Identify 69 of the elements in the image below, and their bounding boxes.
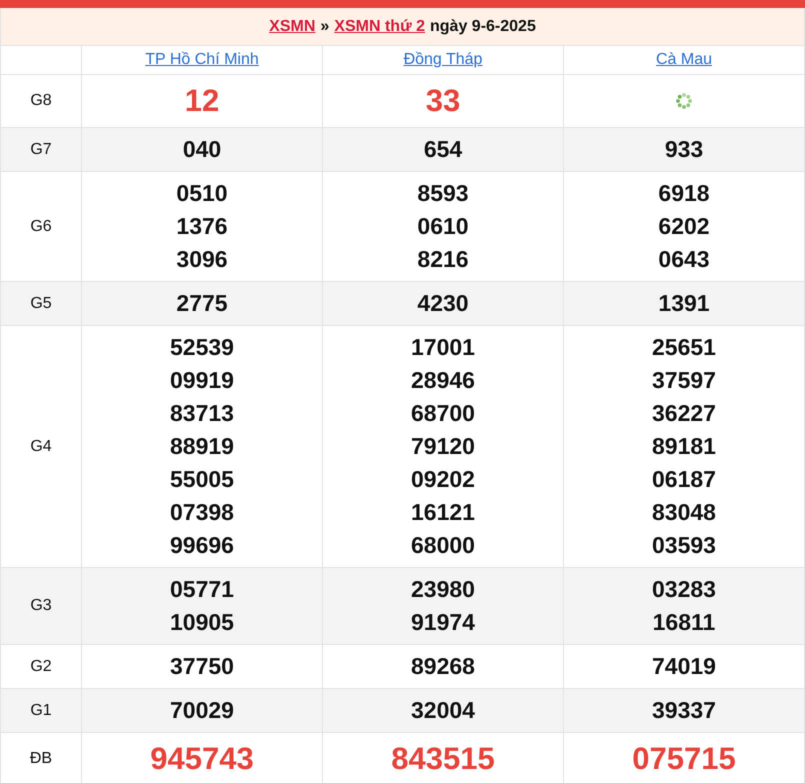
winning-number: 99696 [169,531,235,560]
loading-spinner-icon [676,92,692,109]
winning-number: 37750 [169,652,235,681]
winning-number: 040 [182,135,222,164]
winning-number: 70029 [169,696,235,725]
winning-number: 89268 [410,652,476,681]
winning-number: 2775 [175,289,229,318]
winning-number: 10905 [169,608,235,637]
prize-label: G2 [30,658,52,674]
xsmn-day-link[interactable]: XSMN thứ 2 [334,18,425,36]
province-link[interactable]: Đồng Tháp [404,51,482,68]
winning-number: 8593 [416,179,470,208]
winning-number: 1376 [175,212,229,241]
winning-number: 32004 [410,696,476,725]
winning-number: 945743 [149,740,255,778]
prize-label: ĐB [30,750,52,767]
winning-number: 0510 [175,179,229,208]
winning-number: 16811 [652,608,716,637]
winning-number: 09919 [169,366,235,395]
winning-number: 16121 [410,498,476,527]
winning-number: 05771 [169,575,235,604]
winning-number: 06187 [651,465,717,494]
prize-label: G7 [30,140,52,158]
winning-number: 12 [184,82,220,120]
prize-label: G8 [30,92,52,109]
winning-number: 37597 [651,366,717,395]
winning-number: 68000 [410,531,476,560]
prize-label: G3 [30,597,52,614]
winning-number: 36227 [651,399,717,428]
separator: » [320,18,330,36]
winning-number: 74019 [651,652,717,681]
winning-number: 23980 [410,575,476,604]
winning-number: 933 [664,135,704,164]
winning-number: 09202 [410,465,476,494]
winning-number: 88919 [169,432,235,461]
winning-number: 83048 [651,498,717,527]
winning-number: 79120 [410,432,476,461]
winning-number: 843515 [390,740,496,778]
winning-number: 03283 [651,575,717,604]
winning-number: 0643 [657,245,711,274]
winning-number: 8216 [416,245,470,274]
winning-number: 83713 [169,399,235,428]
xsmn-link[interactable]: XSMN [269,18,316,36]
winning-number: 4230 [416,289,470,318]
winning-number: 39337 [651,696,717,725]
winning-number: 03593 [651,531,717,560]
winning-number: 6202 [657,212,711,241]
prize-label: G6 [30,218,52,234]
winning-number: 68700 [410,399,476,428]
winning-number: 3096 [175,245,229,274]
winning-number: 28946 [410,366,476,395]
winning-number: 52539 [169,333,235,362]
winning-number: 6918 [657,179,711,208]
prize-label: G5 [30,294,52,312]
winning-number: 1391 [657,289,711,318]
prize-label: G4 [30,438,52,454]
winning-number: 33 [424,82,462,120]
winning-number: 17001 [410,333,476,362]
winning-number: 654 [422,135,464,164]
draw-date: ngày 9-6-2025 [430,18,536,36]
winning-number: 07398 [169,498,235,527]
winning-number: 075715 [631,740,737,778]
winning-number: 89181 [651,432,717,461]
winning-number: 55005 [169,465,235,494]
prize-label: G1 [30,702,52,718]
province-link[interactable]: Cà Mau [656,51,712,68]
winning-number: 0610 [416,212,470,241]
winning-number: 25651 [651,333,717,362]
winning-number: 91974 [410,608,476,637]
